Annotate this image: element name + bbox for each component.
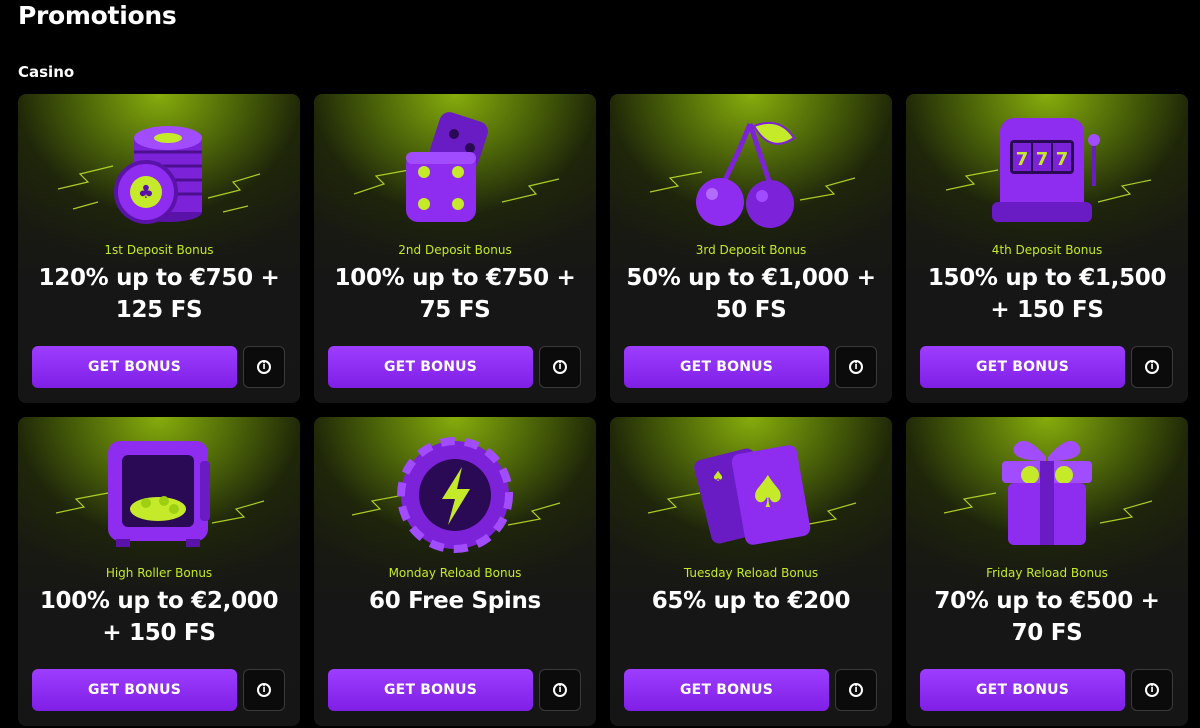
bonus-offer: 100% up to €750 + 75 FS (334, 265, 576, 323)
info-button[interactable]: i (539, 669, 581, 711)
svg-text:♠: ♠ (712, 469, 725, 485)
bonus-label: Tuesday Reload Bonus (683, 566, 819, 580)
svg-text:♠: ♠ (748, 467, 787, 518)
svg-text:7: 7 (1056, 149, 1069, 170)
bonus-label: 3rd Deposit Bonus (695, 243, 807, 257)
info-icon: i (1145, 683, 1159, 697)
info-icon: i (257, 683, 271, 697)
svg-text:7: 7 (1036, 149, 1049, 170)
cherries-icon (610, 94, 892, 244)
bonus-offer: 100% up to €2,000 + 150 FS (39, 588, 279, 646)
page-title: Promotions (18, 1, 177, 30)
info-button[interactable]: i (243, 346, 285, 388)
promo-card: 7 7 7 4th Deposit Bonus 150% up to €1,50… (906, 94, 1188, 403)
playing-cards-icon: ♠ ♠ (610, 417, 892, 567)
bonus-label: Friday Reload Bonus (986, 566, 1108, 580)
bonus-label: 1st Deposit Bonus (104, 243, 214, 257)
lightning-chip-icon (314, 417, 596, 567)
get-bonus-button[interactable]: GET BONUS (920, 669, 1125, 711)
info-button[interactable]: i (1131, 669, 1173, 711)
bonus-offer: 60 Free Spins (369, 588, 541, 614)
info-button[interactable]: i (835, 669, 877, 711)
dice-icon (314, 94, 596, 244)
promo-card: 3rd Deposit Bonus 50% up to €1,000 + 50 … (610, 94, 892, 403)
info-icon: i (257, 360, 271, 374)
slot-machine-icon: 7 7 7 (906, 94, 1188, 244)
get-bonus-button[interactable]: GET BONUS (328, 669, 533, 711)
info-icon: i (553, 360, 567, 374)
info-icon: i (553, 683, 567, 697)
get-bonus-button[interactable]: GET BONUS (32, 346, 237, 388)
svg-text:♣: ♣ (138, 182, 154, 203)
bonus-label: Monday Reload Bonus (388, 566, 522, 580)
info-button[interactable]: i (1131, 346, 1173, 388)
bonus-label: 2nd Deposit Bonus (398, 243, 512, 257)
promotions-grid: ♣ 1st Deposit Bonus 120% up to €750 + 12… (18, 94, 1188, 726)
promo-card: ♣ 1st Deposit Bonus 120% up to €750 + 12… (18, 94, 300, 403)
casino-chips-icon: ♣ (18, 94, 300, 244)
promo-card: High Roller Bonus 100% up to €2,000 + 15… (18, 417, 300, 726)
gift-box-icon (906, 417, 1188, 567)
safe-icon (18, 417, 300, 567)
svg-text:7: 7 (1016, 149, 1029, 170)
info-button[interactable]: i (835, 346, 877, 388)
get-bonus-button[interactable]: GET BONUS (32, 669, 237, 711)
info-button[interactable]: i (539, 346, 581, 388)
info-icon: i (1145, 360, 1159, 374)
bonus-offer: 120% up to €750 + 125 FS (38, 265, 280, 323)
get-bonus-button[interactable]: GET BONUS (920, 346, 1125, 388)
get-bonus-button[interactable]: GET BONUS (624, 669, 829, 711)
promo-card: 2nd Deposit Bonus 100% up to €750 + 75 F… (314, 94, 596, 403)
promo-card: Friday Reload Bonus 70% up to €500 + 70 … (906, 417, 1188, 726)
get-bonus-button[interactable]: GET BONUS (328, 346, 533, 388)
bonus-label: 4th Deposit Bonus (991, 243, 1103, 257)
info-icon: i (849, 683, 863, 697)
bonus-offer: 70% up to €500 + 70 FS (934, 588, 1160, 646)
promo-card: Monday Reload Bonus 60 Free Spins GET BO… (314, 417, 596, 726)
bonus-offer: 50% up to €1,000 + 50 FS (626, 265, 876, 323)
section-title: Casino (18, 63, 75, 81)
bonus-label: High Roller Bonus (105, 566, 213, 580)
get-bonus-button[interactable]: GET BONUS (624, 346, 829, 388)
bonus-offer: 150% up to €1,500 + 150 FS (927, 265, 1167, 323)
bonus-offer: 65% up to €200 (651, 588, 851, 614)
info-icon: i (849, 360, 863, 374)
promotions-page: Promotions Casino ♣ 1st Deposit Bonus 12… (0, 0, 1200, 728)
promo-card: ♠ ♠ Tuesday Reload Bonus 65% up to €200 … (610, 417, 892, 726)
info-button[interactable]: i (243, 669, 285, 711)
